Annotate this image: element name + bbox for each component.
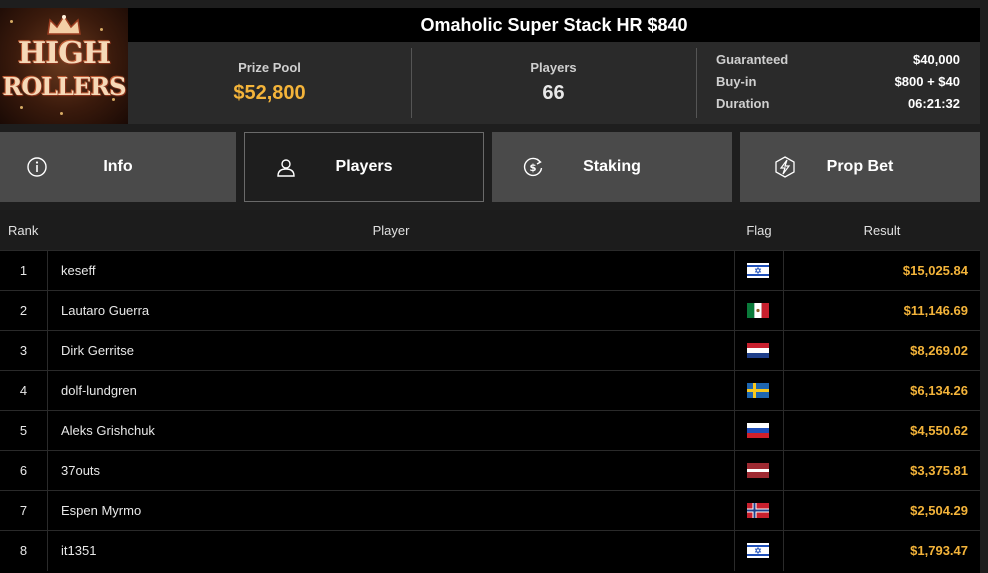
flag-cell bbox=[734, 451, 784, 491]
player-name[interactable]: keseff bbox=[61, 251, 95, 291]
detail-row-buy-in: Buy-in $800 + $40 bbox=[716, 74, 960, 96]
player-name[interactable]: Espen Myrmo bbox=[61, 491, 141, 531]
result-cell: $8,269.02 bbox=[910, 343, 968, 358]
flag-cell bbox=[734, 491, 784, 531]
title-bar: Omaholic Super Stack HR $840 bbox=[128, 8, 980, 42]
table-row[interactable]: 2 Lautaro Guerra $11,146.69 bbox=[0, 290, 980, 331]
tab-info-label: Info bbox=[103, 158, 133, 175]
rank-cell: 7 bbox=[0, 491, 48, 531]
column-header-rank[interactable]: Rank bbox=[8, 223, 38, 238]
russia-flag-icon bbox=[747, 423, 769, 438]
result-cell: $4,550.62 bbox=[910, 423, 968, 438]
player-name[interactable]: dolf-lundgren bbox=[61, 371, 137, 411]
rank-cell: 3 bbox=[0, 331, 48, 371]
table-row[interactable]: 4 dolf-lundgren $6,134.26 bbox=[0, 370, 980, 411]
tab-prop-bet[interactable]: Prop Bet bbox=[740, 132, 980, 202]
prize-pool-label: Prize Pool bbox=[238, 60, 301, 75]
latvia-flag-icon bbox=[747, 463, 769, 478]
netherlands-flag-icon bbox=[747, 343, 769, 358]
logo-line-2: ROLLERS bbox=[2, 72, 126, 101]
tab-players-label: Players bbox=[335, 158, 393, 175]
result-cell: $6,134.26 bbox=[910, 383, 968, 398]
column-header-result[interactable]: Result bbox=[784, 223, 980, 238]
table-row[interactable]: 7 Espen Myrmo $2,504.29 bbox=[0, 490, 980, 531]
table-row[interactable]: 5 Aleks Grishchuk $4,550.62 bbox=[0, 410, 980, 451]
result-cell: $2,504.29 bbox=[910, 503, 968, 518]
rank-cell: 4 bbox=[0, 371, 48, 411]
result-cell: $15,025.84 bbox=[902, 263, 968, 278]
column-header-flag[interactable]: Flag bbox=[734, 223, 784, 238]
players-label: Players bbox=[530, 60, 577, 75]
mexico-flag-icon bbox=[747, 303, 769, 318]
tournament-page: HIGH ROLLERS Omaholic Super Stack HR $84… bbox=[0, 0, 988, 573]
player-name[interactable]: Lautaro Guerra bbox=[61, 291, 149, 331]
flag-cell bbox=[734, 411, 784, 451]
detail-value: $800 + $40 bbox=[894, 74, 960, 89]
table-row[interactable]: 3 Dirk Gerritse $8,269.02 bbox=[0, 330, 980, 371]
detail-value: 06:21:32 bbox=[907, 96, 960, 111]
divider bbox=[696, 48, 697, 118]
result-cell: $11,146.69 bbox=[903, 303, 968, 318]
result-cell: $1,793.47 bbox=[910, 543, 968, 558]
table-row[interactable]: 8 it1351 $1,793.47 bbox=[0, 530, 980, 571]
results-table: Rank Player Flag Result 1 keseff $15,025.8… bbox=[0, 210, 980, 573]
rank-cell: 5 bbox=[0, 411, 48, 451]
prize-pool-value: $52,800 bbox=[233, 82, 306, 104]
rank-cell: 1 bbox=[0, 251, 48, 291]
flag-cell bbox=[734, 371, 784, 411]
player-name[interactable]: Dirk Gerritse bbox=[61, 331, 134, 371]
column-header-player[interactable]: Player bbox=[48, 223, 734, 238]
sweden-flag-icon bbox=[747, 383, 769, 398]
flag-cell bbox=[734, 331, 784, 371]
stats-panel: Prize Pool $52,800 Players 66 Guaranteed… bbox=[128, 42, 980, 124]
table-row[interactable]: 6 37outs $3,375.81 bbox=[0, 450, 980, 491]
high-rollers-logo: HIGH ROLLERS bbox=[0, 8, 128, 124]
detail-label: Guaranteed bbox=[716, 52, 789, 67]
flag-cell bbox=[734, 531, 784, 571]
player-name[interactable]: Aleks Grishchuk bbox=[61, 411, 155, 451]
result-cell: $3,375.81 bbox=[910, 463, 968, 478]
player-name[interactable]: 37outs bbox=[61, 451, 100, 491]
logo-line-1: HIGH bbox=[17, 36, 111, 71]
tab-prop-bet-label: Prop Bet bbox=[826, 158, 894, 175]
flag-cell bbox=[734, 291, 784, 331]
players-stat: Players 66 bbox=[412, 42, 695, 124]
israel-flag-icon bbox=[747, 543, 769, 558]
prize-pool-stat: Prize Pool $52,800 bbox=[128, 42, 411, 124]
detail-value: $40,000 bbox=[913, 52, 960, 67]
detail-label: Buy-in bbox=[716, 74, 757, 89]
tournament-header: HIGH ROLLERS Omaholic Super Stack HR $84… bbox=[0, 8, 980, 124]
detail-label: Duration bbox=[716, 96, 770, 111]
tournament-title: Omaholic Super Stack HR $840 bbox=[420, 14, 688, 35]
player-name[interactable]: it1351 bbox=[61, 531, 96, 571]
table-header: Rank Player Flag Result bbox=[0, 210, 980, 250]
rank-cell: 8 bbox=[0, 531, 48, 571]
tab-players[interactable]: Players bbox=[244, 132, 484, 202]
norway-flag-icon bbox=[747, 503, 769, 518]
tab-staking-label: Staking bbox=[583, 158, 641, 175]
tab-staking[interactable]: $ Staking bbox=[492, 132, 732, 202]
players-value: 66 bbox=[542, 82, 565, 104]
details-list: Guaranteed $40,000 Buy-in $800 + $40 Dur… bbox=[716, 52, 960, 118]
crown-icon bbox=[47, 14, 81, 35]
table-row[interactable]: 1 keseff $15,025.84 bbox=[0, 250, 980, 291]
rank-cell: 6 bbox=[0, 451, 48, 491]
detail-row-duration: Duration 06:21:32 bbox=[716, 96, 960, 118]
rank-cell: 2 bbox=[0, 291, 48, 331]
israel-flag-icon bbox=[747, 263, 769, 278]
flag-cell bbox=[734, 251, 784, 291]
detail-row-guaranteed: Guaranteed $40,000 bbox=[716, 52, 960, 74]
tab-info[interactable]: Info bbox=[0, 132, 236, 202]
